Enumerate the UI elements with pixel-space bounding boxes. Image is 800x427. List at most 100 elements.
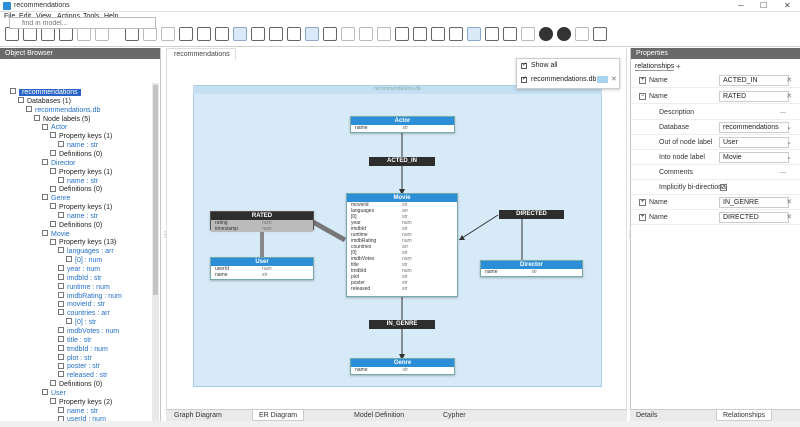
expand-toggle-icon[interactable]: −: [639, 93, 646, 100]
node-genre-title: Genre: [351, 359, 454, 367]
properties-panel: Properties relationships + + Name ACTED_IN…: [630, 48, 800, 427]
clear-icon[interactable]: ✕: [786, 213, 792, 221]
property-row: Database recommendations ⌄: [631, 121, 800, 135]
property-label: Name: [649, 77, 668, 84]
property-value-input[interactable]: Movie: [719, 152, 789, 163]
node-user[interactable]: User userId num name str: [210, 257, 314, 280]
property-name: name: [215, 272, 228, 278]
rel-rated[interactable]: RATED rating num timestamp num: [210, 211, 314, 232]
property-row[interactable]: name str: [351, 367, 454, 373]
arrow-directed-movie: [459, 235, 465, 240]
node-actor-props: name str: [351, 125, 454, 131]
property-label: Out of node label: [659, 139, 713, 146]
node-movie[interactable]: Movie movieId str languages arr [0] str year nu…: [346, 193, 458, 297]
property-row: Implicitly bi-directional: [631, 181, 800, 195]
property-label: Into node label: [659, 154, 705, 161]
property-name: name: [485, 269, 498, 275]
property-row: Into node label Movie ⌄: [631, 151, 800, 165]
line-directed-movie: [458, 214, 499, 241]
property-value-input[interactable]: IN_GENRE: [719, 197, 789, 208]
tab-details[interactable]: Details: [636, 412, 657, 419]
property-type: str: [402, 367, 409, 373]
properties-bottom-tabs: Details Relationships: [630, 409, 800, 421]
show-all-label: Show all: [531, 62, 558, 69]
property-row[interactable]: name str: [211, 272, 313, 278]
property-row: + Name IN_GENRE ✕: [631, 196, 800, 210]
property-label: Description: [659, 109, 695, 116]
rel-acted-in[interactable]: ACTED_IN: [369, 157, 435, 166]
tab-graph-diagram[interactable]: Graph Diagram: [174, 412, 222, 419]
rel-rated-title: RATED: [211, 212, 313, 220]
property-value-input[interactable]: RATED: [719, 91, 789, 102]
expand-toggle-icon[interactable]: +: [639, 214, 646, 221]
node-actor[interactable]: Actor name str: [350, 116, 455, 133]
rel-rated-props: rating num timestamp num: [211, 220, 313, 232]
property-row: + Name DIRECTED ✕: [631, 211, 800, 225]
node-genre-props: name str: [351, 367, 454, 373]
property-name: name: [355, 367, 368, 373]
node-actor-title: Actor: [351, 117, 454, 125]
property-value-input[interactable]: ACTED_IN: [719, 75, 789, 86]
property-label: Name: [649, 93, 668, 100]
property-label: Comments: [659, 169, 693, 176]
tab-cypher[interactable]: Cypher: [443, 412, 466, 419]
bidirectional-checkbox[interactable]: [720, 184, 727, 191]
chevron-down-icon[interactable]: ⌄: [786, 138, 792, 146]
expand-toggle-icon[interactable]: +: [639, 77, 646, 84]
node-movie-props: movieId str languages arr [0] str year num imdbI…: [347, 202, 457, 292]
clear-icon[interactable]: ✕: [786, 198, 792, 206]
db-color-swatch[interactable]: [597, 76, 608, 83]
chevron-down-icon[interactable]: ⌄: [786, 123, 792, 131]
property-row: Out of node label User ⌄: [631, 136, 800, 150]
tab-er-diagram[interactable]: ER Diagram: [252, 410, 305, 421]
property-value-input[interactable]: recommendations: [719, 122, 789, 133]
expand-toggle-icon[interactable]: +: [639, 199, 646, 206]
property-type: str: [402, 125, 409, 131]
node-genre[interactable]: Genre name str: [350, 358, 455, 375]
property-name: name: [355, 125, 368, 131]
tab-relationships[interactable]: Relationships: [716, 410, 773, 421]
node-director[interactable]: Director name str: [480, 260, 583, 277]
node-user-title: User: [211, 258, 313, 266]
add-relationship-button[interactable]: +: [676, 62, 681, 71]
rel-in-genre[interactable]: IN_GENRE: [369, 320, 435, 329]
property-type: str: [402, 286, 408, 292]
property-value-input[interactable]: User: [719, 137, 789, 148]
property-value-input[interactable]: DIRECTED: [719, 212, 789, 223]
property-value-input[interactable]: ...: [719, 107, 789, 118]
chevron-down-icon[interactable]: ⌄: [786, 153, 792, 161]
property-row: − Name RATED ✕: [631, 90, 800, 104]
property-label: Name: [649, 214, 668, 221]
property-row: Comments...: [631, 166, 800, 180]
relationships-section-tab[interactable]: relationships: [635, 63, 675, 71]
rel-directed[interactable]: DIRECTED: [499, 210, 564, 219]
property-type: str: [262, 272, 268, 278]
clear-icon[interactable]: ✕: [786, 92, 792, 100]
line-rated-movie: [311, 219, 347, 243]
diagram-bottom-tabs: Graph Diagram ER Diagram Model Definitio…: [166, 409, 627, 421]
property-name: timestamp: [215, 226, 239, 232]
property-row: Description...: [631, 106, 800, 120]
property-type: str: [531, 269, 538, 275]
property-row[interactable]: name str: [481, 269, 582, 275]
property-label: Database: [659, 124, 689, 131]
node-director-props: name str: [481, 269, 582, 275]
tab-model-definition[interactable]: Model Definition: [354, 412, 404, 419]
property-value-input[interactable]: ...: [719, 167, 789, 178]
filter-popup: Show all recommendations.db ✕: [516, 58, 620, 89]
property-row: + Name ACTED_IN ✕: [631, 74, 800, 88]
node-user-props: userId num name str: [211, 266, 313, 278]
property-label: Implicitly bi-directional: [659, 184, 728, 191]
property-row[interactable]: timestamp num: [211, 226, 313, 232]
property-name: released: [351, 286, 371, 292]
properties-title: Properties: [631, 48, 800, 59]
status-bar: [0, 421, 800, 427]
property-label: Name: [649, 199, 668, 206]
db-filter-close-icon[interactable]: ✕: [611, 75, 617, 83]
db-filter-label: recommendations.db: [531, 76, 597, 83]
show-all-checkbox[interactable]: [521, 61, 527, 69]
property-row[interactable]: name str: [351, 125, 454, 131]
property-row[interactable]: released str: [347, 286, 457, 292]
db-filter-checkbox[interactable]: [521, 75, 527, 83]
clear-icon[interactable]: ✕: [786, 76, 792, 84]
